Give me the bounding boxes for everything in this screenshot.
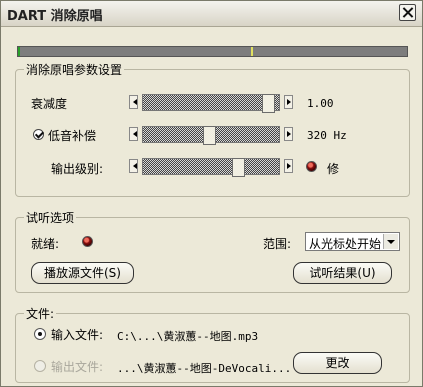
attenuation-increase-button[interactable] xyxy=(284,95,293,109)
input-file-path: C:\...\黄淑蕙--地图.mp3 xyxy=(117,330,259,343)
range-label: 范围: xyxy=(263,237,292,251)
input-file-radio[interactable] xyxy=(34,328,46,340)
output-file-label[interactable]: 输出文件: xyxy=(51,358,103,375)
audition-group-title: 试听选项 xyxy=(24,209,77,226)
ready-label: 就绪: xyxy=(31,237,60,251)
dialog-window: DART 消除原唱 消除原唱参数设置 衰减度 1.00 低音补偿 320 Hz … xyxy=(0,0,423,387)
bass-decrease-button[interactable] xyxy=(129,127,138,141)
bass-compensation-checkbox[interactable] xyxy=(33,129,44,140)
play-result-button[interactable]: 试听结果(U) xyxy=(293,262,392,284)
output-level-thumb[interactable] xyxy=(232,158,245,177)
output-level-decrease-button[interactable] xyxy=(129,159,138,173)
title-bar[interactable]: DART 消除原唱 xyxy=(1,1,422,27)
attenuation-value: 1.00 xyxy=(307,97,334,110)
params-group-title: 消除原唱参数设置 xyxy=(24,61,125,78)
files-group-title: 文件: xyxy=(24,305,57,322)
output-file-path: ...\黄淑蕙--地图-DeVocali... xyxy=(117,362,292,375)
attenuation-decrease-button[interactable] xyxy=(129,95,138,109)
output-file-radio[interactable] xyxy=(34,360,46,372)
output-level-label: 输出级别: xyxy=(51,162,104,176)
attenuation-thumb[interactable] xyxy=(262,94,275,113)
window-title: DART 消除原唱 xyxy=(7,9,103,24)
bass-increase-button[interactable] xyxy=(284,127,293,141)
attenuation-track[interactable] xyxy=(142,94,280,113)
clip-indicator-led xyxy=(306,161,317,172)
range-dropdown-value: 从光标处开始 xyxy=(309,237,382,251)
output-level-increase-button[interactable] xyxy=(284,159,293,173)
attenuation-label: 衰减度 xyxy=(31,97,68,111)
chevron-down-icon[interactable] xyxy=(383,234,398,249)
level-meter-fill xyxy=(18,47,20,56)
output-level-track[interactable] xyxy=(142,158,280,177)
attenuation-slider[interactable] xyxy=(129,94,293,113)
repair-label[interactable]: 修 xyxy=(327,160,339,177)
output-level-slider[interactable] xyxy=(129,158,293,177)
level-meter xyxy=(17,46,408,57)
bass-track[interactable] xyxy=(142,126,280,145)
ready-led xyxy=(82,236,93,247)
level-meter-peak xyxy=(251,47,253,56)
bass-thumb[interactable] xyxy=(203,126,216,145)
range-dropdown[interactable]: 从光标处开始 xyxy=(305,232,400,251)
change-button[interactable]: 更改 xyxy=(293,352,382,374)
bass-compensation-label[interactable]: 低音补偿 xyxy=(48,127,96,144)
bass-value: 320 Hz xyxy=(307,129,347,142)
bass-slider[interactable] xyxy=(129,126,293,145)
close-button[interactable] xyxy=(399,4,416,21)
play-source-button[interactable]: 播放源文件(S) xyxy=(31,262,134,284)
input-file-label[interactable]: 输入文件: xyxy=(51,326,103,343)
